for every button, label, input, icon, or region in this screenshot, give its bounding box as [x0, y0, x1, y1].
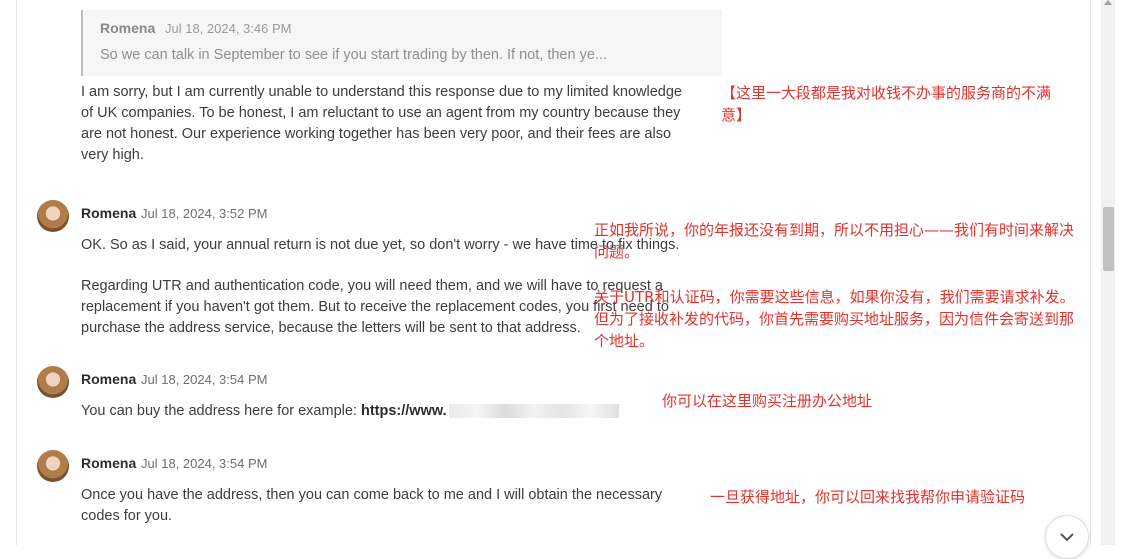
quoted-author: Romena: [100, 20, 156, 36]
message-timestamp: Jul 18, 2024, 3:54 PM: [141, 456, 268, 471]
annotation-line: 但为了接收补发的代码，你首先需要购买地址服务，因为信件会寄送到那: [594, 310, 1075, 328]
reply-message-text: I am sorry, but I am currently unable to…: [81, 82, 682, 166]
message-text: You can buy the address here for example…: [81, 401, 619, 422]
annotation-note: 正如我所说，你的年报还没有到期，所以不用担心——我们有时间来解决 问题。: [594, 219, 1074, 263]
message-line: Once you have the address, then you can …: [81, 487, 663, 503]
message-text: Once you have the address, then you can …: [81, 485, 662, 527]
message-author: Romena: [81, 371, 137, 387]
annotation-line: 问题。: [594, 243, 640, 261]
scrollbar-thumb[interactable]: [1103, 207, 1114, 271]
message-paragraph: OK. So as I said, your annual return is …: [81, 237, 680, 253]
message-line: You can buy the address here for example…: [81, 403, 361, 419]
address-link[interactable]: https://www.: [361, 403, 447, 419]
scrollbar[interactable]: [1101, 0, 1115, 545]
message-text: Regarding UTR and authentication code, y…: [81, 276, 669, 339]
avatar[interactable]: [37, 450, 69, 482]
scroll-to-bottom-button[interactable]: [1045, 515, 1089, 559]
message-line: Regarding UTR and authentication code, y…: [81, 278, 663, 294]
avatar[interactable]: [37, 200, 69, 232]
quoted-text: So we can talk in September to see if yo…: [100, 47, 607, 63]
message-author: Romena: [81, 205, 137, 221]
quoted-message[interactable]: Romena Jul 18, 2024, 3:46 PM So we can t…: [81, 10, 722, 76]
scroll-up-arrow-icon[interactable]: [1104, 0, 1112, 5]
quoted-timestamp: Jul 18, 2024, 3:46 PM: [165, 21, 292, 36]
annotation-line: 关于UTR和认证码，你需要这些信息，如果你没有，我们需要请求补发。: [594, 288, 1075, 306]
annotation-line: 正如我所说，你的年报还没有到期，所以不用担心——我们有时间来解决: [594, 221, 1075, 239]
reply-line: are not honest. Our experience working t…: [81, 126, 672, 142]
message-text: OK. So as I said, your annual return is …: [81, 235, 679, 256]
reply-line: of UK companies. To be honest, I am relu…: [81, 105, 681, 121]
annotation-note: 【这里一大段都是我对收钱不办事的服务商的不满 意】: [721, 82, 1051, 126]
message-line: codes for you.: [81, 508, 173, 524]
avatar[interactable]: [37, 366, 69, 398]
message-timestamp: Jul 18, 2024, 3:54 PM: [141, 372, 268, 387]
annotation-line: 个地址。: [594, 332, 655, 350]
annotation-note: 一旦获得地址，你可以回来找我帮你申请验证码: [710, 488, 1026, 506]
message-timestamp: Jul 18, 2024, 3:52 PM: [141, 206, 268, 221]
chevron-down-icon: [1060, 533, 1074, 542]
message-line: purchase the address service, because th…: [81, 320, 581, 336]
annotation-line: 意】: [721, 106, 752, 124]
reply-line: very high.: [81, 147, 144, 163]
message-author: Romena: [81, 455, 137, 471]
annotation-line: 【这里一大段都是我对收钱不办事的服务商的不满: [721, 84, 1052, 102]
message-line: replacement if you haven't got them. But…: [81, 299, 669, 315]
redacted-url: [448, 404, 619, 419]
annotation-note: 你可以在这里购买注册办公地址: [662, 392, 873, 410]
reply-line: I am sorry, but I am currently unable to…: [81, 84, 682, 100]
annotation-note: 关于UTR和认证码，你需要这些信息，如果你没有，我们需要请求补发。 但为了接收补…: [594, 286, 1075, 352]
